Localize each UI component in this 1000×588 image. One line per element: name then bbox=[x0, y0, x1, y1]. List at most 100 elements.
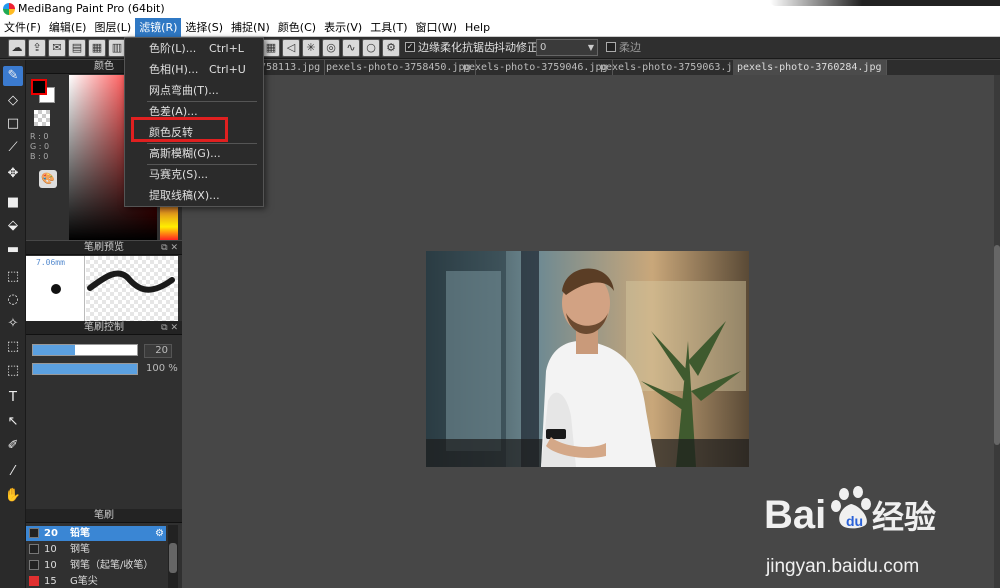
document-tab[interactable]: 758113.jpg bbox=[256, 60, 326, 75]
eraser-tool-icon[interactable]: ◇ bbox=[3, 91, 23, 111]
panel-buttons[interactable]: ⧉ ✕ bbox=[161, 321, 178, 335]
select-eraser-tool-icon[interactable]: ⬚ bbox=[3, 361, 23, 381]
operation-tool-icon[interactable]: ↖ bbox=[3, 412, 23, 432]
menu-window[interactable]: 窗口(W) bbox=[412, 18, 461, 37]
soft-edge-checkbox[interactable] bbox=[606, 42, 616, 52]
perspective-icon[interactable]: ◁ bbox=[282, 39, 300, 57]
brush-list-scrollbar[interactable] bbox=[168, 525, 178, 588]
brush-color-swatch bbox=[29, 528, 39, 538]
settings-icon[interactable]: ⚙ bbox=[382, 39, 400, 57]
canvas-vertical-scrollbar[interactable] bbox=[994, 75, 1000, 588]
menu-filter[interactable]: 滤镜(R) bbox=[135, 18, 182, 37]
menu-color[interactable]: 颜色(C) bbox=[274, 18, 320, 37]
move-tool-icon[interactable]: ✥ bbox=[3, 164, 23, 184]
brush-item[interactable]: 10 钢笔（起笔/收笔） bbox=[26, 558, 166, 573]
app-icon bbox=[3, 3, 15, 15]
brush-color-swatch bbox=[29, 544, 39, 554]
menu-item-mosaic[interactable]: 马赛克(S)... bbox=[125, 164, 263, 185]
menu-file[interactable]: 文件(F) bbox=[0, 18, 45, 37]
opacity-value: 100 % bbox=[146, 363, 178, 374]
brush-stroke-preview bbox=[86, 256, 178, 321]
cloud-icon[interactable]: ☁ bbox=[8, 39, 26, 57]
highlight-annotation-box bbox=[131, 117, 228, 142]
brush-tool-icon[interactable]: ✎ bbox=[3, 66, 23, 86]
rectangle-tool-icon[interactable]: □ bbox=[3, 114, 23, 134]
app-title: MediBang Paint Pro (64bit) bbox=[18, 2, 165, 15]
radial-icon[interactable]: ✳ bbox=[302, 39, 320, 57]
brush-list-panel: 笔刷 20 铅笔 ⚙ 10 钢笔 10 钢笔（起笔/收笔） 15 G笔尖 bbox=[26, 509, 182, 588]
curve-icon[interactable]: ∿ bbox=[342, 39, 360, 57]
soft-edge-label: 柔边 bbox=[619, 41, 641, 54]
stabilizer-select[interactable]: 0 ▼ bbox=[536, 39, 598, 56]
text-tool-icon[interactable]: T bbox=[3, 388, 23, 408]
brush-control-header: 笔刷控制 ⧉ ✕ bbox=[26, 321, 182, 335]
magic-wand-tool-icon[interactable]: ✧ bbox=[3, 314, 23, 334]
brush-size-label: 7.06mm bbox=[36, 258, 65, 267]
divide-tool-icon[interactable]: ✐ bbox=[3, 436, 23, 456]
brush-preview-panel: 笔刷预览 ⧉ ✕ 7.06mm bbox=[26, 241, 182, 321]
menu-select[interactable]: 选择(S) bbox=[181, 18, 227, 37]
chat-icon[interactable]: ✉ bbox=[48, 39, 66, 57]
menu-edit[interactable]: 编辑(E) bbox=[45, 18, 91, 37]
canvas-image[interactable] bbox=[426, 251, 749, 467]
brush-color-swatch bbox=[29, 576, 39, 586]
document-icon[interactable]: ▦ bbox=[88, 39, 106, 57]
brush-preview-canvas: 7.06mm bbox=[26, 256, 178, 321]
hand-tool-icon[interactable]: ✋ bbox=[3, 486, 23, 506]
stabilizer-label: 抖动修正 bbox=[494, 41, 538, 54]
transparent-color-swatch[interactable] bbox=[34, 110, 50, 126]
menu-item-hue[interactable]: 色相(H)... Ctrl+U bbox=[125, 59, 263, 80]
brush-preview-header: 笔刷预览 ⧉ ✕ bbox=[26, 241, 182, 255]
document-tab[interactable]: pexels-photo-3758450.jpg bbox=[322, 60, 476, 75]
fill-rect-tool-icon[interactable]: ■ bbox=[3, 193, 23, 213]
svg-text:jingyan.baidu.com: jingyan.baidu.com bbox=[765, 556, 919, 577]
palette-icon[interactable]: 🎨 bbox=[39, 170, 57, 188]
lasso-tool-icon[interactable]: ◌ bbox=[3, 290, 23, 310]
foreground-color-swatch[interactable] bbox=[31, 79, 47, 95]
red-value: R : 0 bbox=[30, 132, 49, 141]
document-tabs: 758113.jpg pexels-photo-3758450.jpg pexe… bbox=[182, 60, 1000, 75]
opacity-slider[interactable] bbox=[32, 363, 138, 375]
antialias-checkbox[interactable]: ✓ bbox=[405, 42, 415, 52]
menu-item-tone-curve[interactable]: 网点弯曲(T)... bbox=[125, 80, 263, 101]
brush-size-slider[interactable] bbox=[32, 344, 138, 356]
bucket-tool-icon[interactable]: ⬙ bbox=[3, 216, 23, 236]
line-tool-icon[interactable]: ⟋ bbox=[3, 138, 23, 158]
svg-text:经验: 经验 bbox=[872, 499, 936, 535]
share-icon[interactable]: ⇪ bbox=[28, 39, 46, 57]
svg-text:du: du bbox=[846, 513, 863, 529]
gear-icon[interactable]: ⚙ bbox=[155, 526, 164, 541]
document-tab[interactable]: pexels-photo-3759063.jpg bbox=[596, 60, 750, 75]
menu-bar: 文件(F) 编辑(E) 图层(L) 滤镜(R) 选择(S) 捕捉(N) 颜色(C… bbox=[0, 18, 1000, 37]
menu-help[interactable]: Help bbox=[461, 18, 494, 37]
brush-size-value[interactable]: 20 bbox=[144, 344, 172, 358]
gradient-tool-icon[interactable]: ▬ bbox=[3, 240, 23, 260]
green-value: G : 0 bbox=[30, 142, 50, 151]
menu-view[interactable]: 表示(V) bbox=[320, 18, 366, 37]
eyedropper-tool-icon[interactable]: ⁄ bbox=[3, 462, 23, 482]
brush-item[interactable]: 20 铅笔 ⚙ bbox=[26, 526, 166, 541]
menu-item-gaussian-blur[interactable]: 高斯模糊(G)... bbox=[125, 143, 263, 164]
concentric-icon[interactable]: ◎ bbox=[322, 39, 340, 57]
brush-item[interactable]: 10 钢笔 bbox=[26, 542, 166, 557]
circle-snap-icon[interactable]: ○ bbox=[362, 39, 380, 57]
opacity-fill bbox=[33, 364, 137, 374]
grid-icon[interactable]: ▦ bbox=[262, 39, 280, 57]
title-bar: MediBang Paint Pro (64bit) bbox=[0, 0, 1000, 18]
brush-item[interactable]: 15 G笔尖 bbox=[26, 574, 166, 588]
blue-value: B : 0 bbox=[30, 152, 49, 161]
comment-icon[interactable]: ▤ bbox=[68, 39, 86, 57]
menu-item-levels[interactable]: 色阶(L)... Ctrl+L bbox=[125, 38, 263, 59]
panel-buttons[interactable]: ⧉ ✕ bbox=[161, 241, 178, 255]
menu-tools[interactable]: 工具(T) bbox=[366, 18, 411, 37]
select-pen-tool-icon[interactable]: ⬚ bbox=[3, 337, 23, 357]
document-tab-active[interactable]: pexels-photo-3760284.jpg bbox=[733, 60, 887, 75]
brush-list-header: 笔刷 bbox=[26, 509, 182, 523]
menu-layer[interactable]: 图层(L) bbox=[90, 18, 135, 37]
select-rect-tool-icon[interactable]: ⬚ bbox=[3, 267, 23, 287]
tool-strip: ✎ ◇ □ ⟋ ✥ ■ ⬙ ▬ ⬚ ◌ ✧ ⬚ ⬚ T ↖ ✐ ⁄ ✋ bbox=[0, 60, 26, 588]
document-tab[interactable]: pexels-photo-3759046.jpg bbox=[459, 60, 613, 75]
menu-snap[interactable]: 捕捉(N) bbox=[227, 18, 274, 37]
menu-item-extract-line[interactable]: 提取线稿(X)... bbox=[125, 185, 263, 206]
svg-text:Bai: Bai bbox=[764, 493, 826, 537]
